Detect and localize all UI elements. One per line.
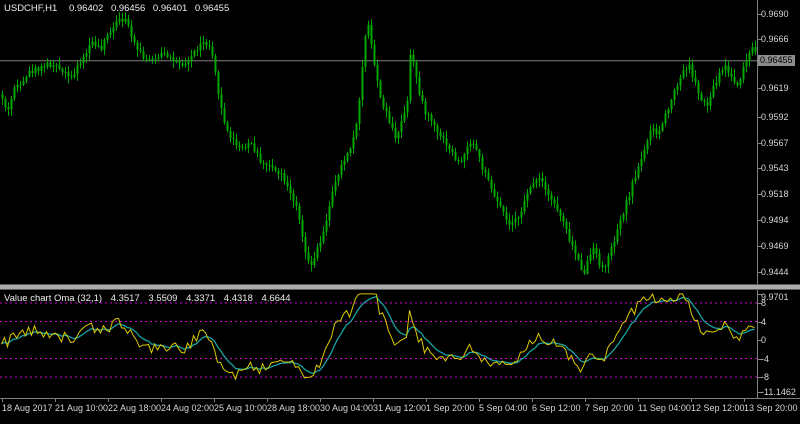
time-axis-label: 6 Sep 12:00 <box>532 403 581 413</box>
indicator-name: Value chart Oma (32,1) <box>4 293 103 304</box>
bid-price-label: 0.96455 <box>758 54 795 66</box>
time-axis[interactable]: 18 Aug 2017 21 Aug 10:00 22 Aug 18:00 24 Au… <box>0 398 800 424</box>
time-axis-label: 22 Aug 18:00 <box>108 403 162 413</box>
time-axis-label: 7 Sep 20:00 <box>585 403 634 413</box>
indicator-axis-label: 0 <box>761 335 767 345</box>
price-axis-label: 0.9543 <box>761 163 789 174</box>
indicator-pane[interactable] <box>0 290 757 398</box>
time-axis-label: 24 Aug 02:00 <box>161 403 215 413</box>
time-axis-label: 28 Aug 18:00 <box>267 403 321 413</box>
price-axis-label: 0.9666 <box>761 34 789 45</box>
indicator-value-1: 4.3517 <box>110 293 140 304</box>
indicator-axis[interactable]: 9.9701 8 4 0 -4 -8 -11.1462 <box>757 290 800 398</box>
low-value: 0.96401 <box>152 3 188 14</box>
time-axis-label: 1 Sep 20:00 <box>426 403 475 413</box>
indicator-value-5: 4.6644 <box>261 293 291 304</box>
time-axis-label: 18 Aug 2017 <box>2 403 53 413</box>
indicator-axis-label: 8 <box>761 298 767 308</box>
time-axis-label: 25 Aug 10:00 <box>214 403 268 413</box>
time-axis-label: 11 Sep 04:00 <box>638 403 691 413</box>
indicator-value-3: 4.3371 <box>186 293 216 304</box>
time-axis-label: 13 Sep 20:00 <box>744 403 798 413</box>
indicator-axis-label: -8 <box>761 372 770 382</box>
indicator-axis-label: -4 <box>761 353 770 364</box>
time-axis-label: 5 Sep 04:00 <box>479 403 528 413</box>
price-axis-label: 0.9619 <box>761 83 789 94</box>
price-axis-label: 0.9518 <box>761 189 789 200</box>
price-axis-label: 0.9690 <box>761 9 789 19</box>
price-axis-label: 0.9469 <box>761 240 789 251</box>
indicator-axis-label: 4 <box>761 316 767 327</box>
price-axis[interactable]: 0.9690 0.9666 0.9619 0.9592 0.9567 0.9543 0.95… <box>757 0 800 284</box>
indicator-value-2: 3.5509 <box>148 293 178 304</box>
high-value: 0.96456 <box>110 3 146 14</box>
pane-splitter[interactable] <box>0 284 800 290</box>
price-axis-label: 0.9494 <box>761 214 789 225</box>
indicator-value-4: 4.4318 <box>223 293 253 304</box>
open-value: 0.96402 <box>68 3 104 14</box>
symbol-period-label: USDCHF,H1 <box>4 3 58 14</box>
price-axis-label: 0.9567 <box>761 138 789 148</box>
price-axis-label: 0.9592 <box>761 111 789 122</box>
time-axis-label: 30 Aug 04:00 <box>320 403 374 413</box>
indicator-label: Value chart Oma (32,1) 4.3517 3.5509 4.3… <box>4 293 297 304</box>
main-chart-pane[interactable] <box>0 0 757 284</box>
close-value: 0.96455 <box>194 3 230 14</box>
time-axis-label: 21 Aug 10:00 <box>55 403 109 413</box>
time-axis-label: 31 Aug 12:00 <box>373 403 427 413</box>
indicator-axis-label: -11.1462 <box>761 386 796 397</box>
symbol-ohlc-label: USDCHF,H1 0.96402 0.96456 0.96401 0.9645… <box>4 3 234 14</box>
price-axis-label: 0.9444 <box>761 267 789 277</box>
time-axis-label: 12 Sep 12:00 <box>691 403 745 413</box>
chart-window: USDCHF,H1 0.96402 0.96456 0.96401 0.9645… <box>0 0 800 424</box>
